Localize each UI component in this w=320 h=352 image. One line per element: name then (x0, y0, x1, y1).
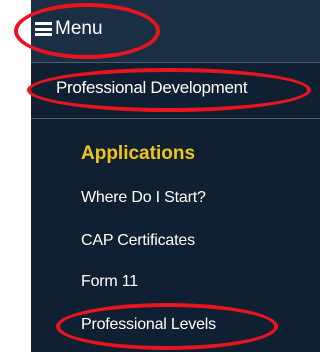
subnav-item-professional-levels[interactable]: Professional Levels (81, 316, 216, 334)
nav-panel (31, 62, 320, 352)
subnav-item-form-11[interactable]: Form 11 (81, 273, 138, 291)
hamburger-icon (35, 22, 52, 36)
nav-item-professional-development[interactable]: Professional Development (56, 78, 248, 98)
menu-button-label: Menu (55, 18, 103, 39)
screenshot-stage: Menu Professional Development Applicatio… (0, 0, 320, 352)
menu-button[interactable]: Menu (35, 13, 103, 45)
subnav-item-cap-certificates[interactable]: CAP Certificates (81, 232, 195, 250)
subnav-item-where-do-i-start[interactable]: Where Do I Start? (81, 189, 206, 207)
divider (31, 118, 320, 119)
subnav-heading-applications[interactable]: Applications (81, 143, 195, 165)
divider (31, 62, 320, 63)
